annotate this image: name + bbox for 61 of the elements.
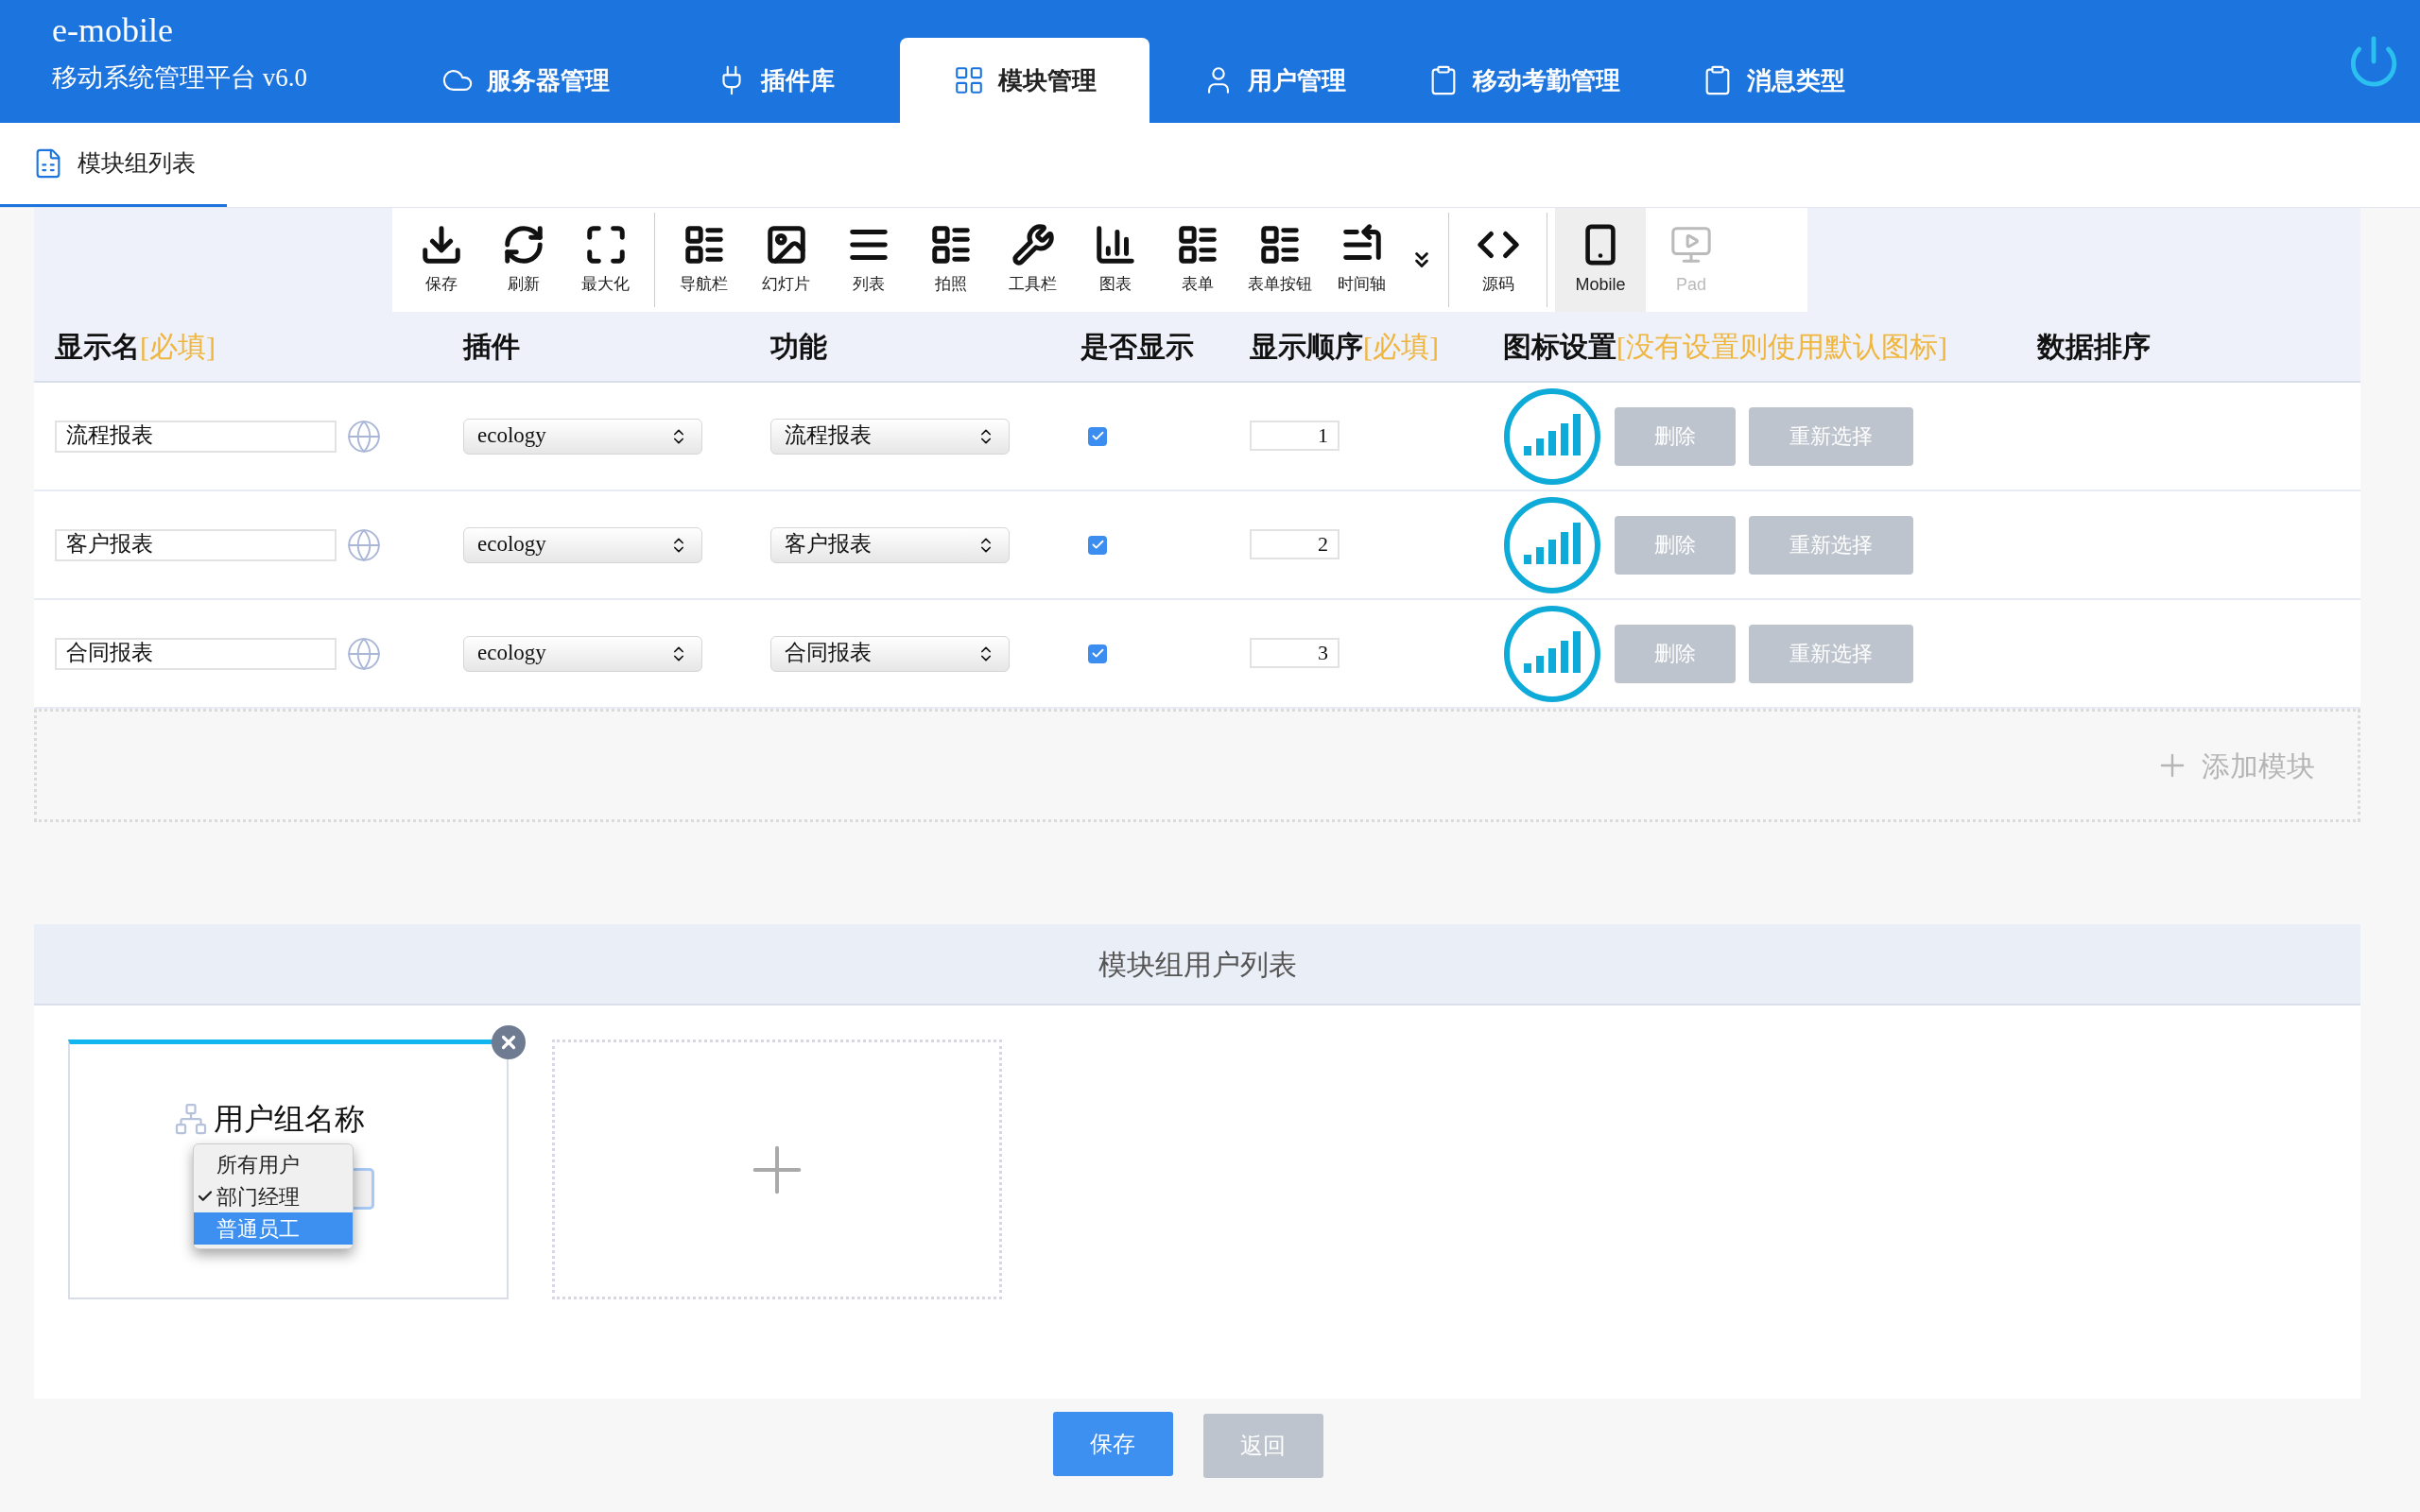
function-select[interactable]: 合同报表 bbox=[770, 635, 1010, 672]
toolbar-button[interactable]: 列表 bbox=[827, 213, 909, 307]
column-header: 显示名[必填] bbox=[55, 330, 216, 364]
check-icon bbox=[1090, 429, 1105, 443]
toolbar-button[interactable]: 图表 bbox=[1074, 213, 1156, 307]
toolbar-button[interactable]: 源码 bbox=[1457, 213, 1539, 307]
toolbar-button[interactable]: 最大化 bbox=[564, 208, 647, 312]
app-subtitle: 移动系统管理平台 v6.0 bbox=[52, 62, 308, 94]
globe-icon[interactable] bbox=[346, 418, 382, 455]
plugin-select[interactable]: ecology bbox=[463, 526, 702, 563]
column-header: 插件 bbox=[463, 330, 521, 364]
globe-icon[interactable] bbox=[346, 526, 382, 563]
toolbar-button[interactable]: 表单 bbox=[1156, 213, 1238, 307]
signal-icon bbox=[1503, 604, 1601, 703]
visible-checkbox[interactable] bbox=[1088, 535, 1107, 555]
dropdown-option[interactable]: 部门经理 bbox=[194, 1180, 353, 1212]
column-header: 功能 bbox=[770, 330, 828, 364]
name-field[interactable]: 客户报表 bbox=[55, 528, 337, 561]
network-icon bbox=[174, 1102, 208, 1136]
column-header: 显示顺序[必填] bbox=[1250, 330, 1440, 364]
function-select[interactable]: 客户报表 bbox=[770, 526, 1010, 563]
nav-tab[interactable]: 用户管理 bbox=[1150, 38, 1399, 123]
section-title: 模块组用户列表 bbox=[1098, 947, 1297, 982]
plugin-select[interactable]: ecology bbox=[463, 635, 702, 672]
toolbar-button[interactable]: 工具栏 bbox=[992, 213, 1074, 307]
check-icon bbox=[1090, 538, 1105, 552]
plugin-select[interactable]: ecology bbox=[463, 418, 702, 455]
remove-button[interactable] bbox=[492, 1025, 526, 1059]
check-icon bbox=[1090, 646, 1105, 661]
nav-tab[interactable]: 消息类型 bbox=[1649, 38, 1898, 123]
visible-checkbox[interactable] bbox=[1088, 426, 1107, 446]
order-field[interactable]: 1 bbox=[1250, 420, 1340, 451]
toolbar-button[interactable]: 拍照 bbox=[909, 213, 992, 307]
nav-tab[interactable]: 服务器管理 bbox=[401, 38, 650, 123]
column-header: 图标设置[没有设置则使用默认图标] bbox=[1503, 330, 1948, 364]
column-header: 数据排序 bbox=[2037, 330, 2152, 364]
order-field[interactable]: 2 bbox=[1250, 528, 1340, 559]
globe-icon[interactable] bbox=[346, 635, 382, 672]
signal-icon bbox=[1503, 387, 1601, 486]
name-field[interactable]: 流程报表 bbox=[55, 420, 337, 453]
toolbar-button[interactable]: 幻灯片 bbox=[745, 213, 827, 307]
toolbar-button[interactable]: 表单按钮 bbox=[1238, 213, 1321, 307]
signal-icon bbox=[1503, 495, 1601, 594]
app-name: e-mobile bbox=[52, 10, 174, 51]
grid-icon bbox=[953, 64, 985, 96]
device-tab[interactable]: Mobile bbox=[1555, 208, 1646, 312]
nav-tab[interactable]: 移动考勤管理 bbox=[1399, 38, 1649, 123]
toolbar-button[interactable]: 刷新 bbox=[482, 208, 564, 312]
visible-checkbox[interactable] bbox=[1088, 644, 1107, 663]
column-header: 是否显示 bbox=[1080, 330, 1195, 364]
group-title: 用户组名称 bbox=[214, 1101, 365, 1138]
function-select[interactable]: 流程报表 bbox=[770, 418, 1010, 455]
toolbar-button[interactable]: 保存 bbox=[400, 208, 482, 312]
nav-tab[interactable]: 模块管理 bbox=[900, 38, 1150, 123]
toolbar-button[interactable]: 导航栏 bbox=[663, 213, 745, 307]
nav-tab[interactable]: 插件库 bbox=[650, 38, 900, 123]
name-field[interactable]: 合同报表 bbox=[55, 637, 337, 670]
dropdown-option[interactable]: 所有用户 bbox=[194, 1148, 353, 1180]
wrench-icon bbox=[1011, 223, 1055, 267]
toolbar-button[interactable]: 时间轴 bbox=[1321, 213, 1403, 307]
order-field[interactable]: 3 bbox=[1250, 637, 1340, 668]
